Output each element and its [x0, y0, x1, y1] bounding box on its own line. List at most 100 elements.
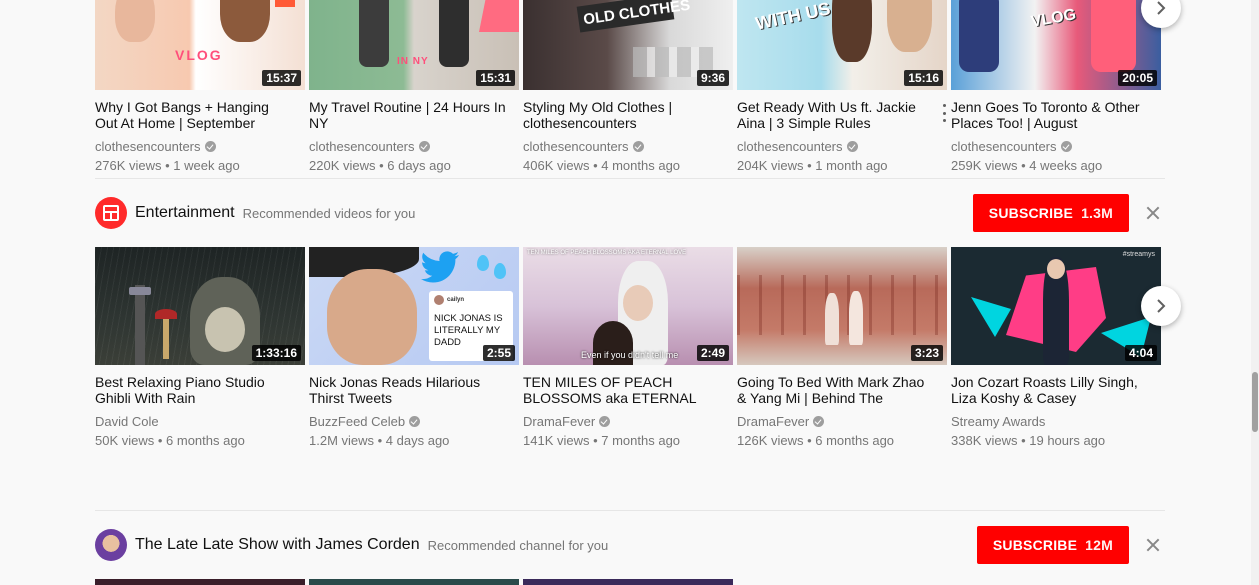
video-thumbnail-peek[interactable] — [95, 579, 305, 585]
video-thumbnail[interactable]: VLOG 20:05 — [951, 0, 1161, 90]
subtitle-caption: Even if you didn't tell me — [581, 350, 679, 360]
channel-name[interactable]: clothesencounters — [309, 139, 415, 154]
video-thumbnail[interactable]: TEN MILES OF PEACH BLOSSOMS AKA ETERNAL … — [523, 247, 733, 365]
video-title[interactable]: Get Ready With Us ft. Jackie Aina | 3 Si… — [737, 99, 947, 131]
dismiss-shelf-close-icon[interactable] — [1141, 533, 1165, 557]
verified-badge-icon — [1060, 141, 1072, 152]
scrollbar-track[interactable] — [1251, 0, 1259, 585]
tweet-text: NICK JONAS IS LITERALLY MY DADD — [434, 313, 503, 348]
late-late-shelf-header: The Late Late Show with James Corden Rec… — [95, 526, 1165, 564]
channel-name-row[interactable]: Streamy Awards — [951, 414, 1161, 429]
channel-name-row[interactable]: clothesencounters — [737, 139, 947, 154]
video-thumbnail[interactable]: VLOG 15:37 — [95, 0, 305, 90]
video-thumbnail[interactable]: IN NY 15:31 — [309, 0, 519, 90]
video-card[interactable]: 1:33:16 Best Relaxing Piano Studio Ghibl… — [95, 247, 305, 448]
video-meta: 126K views • 6 months ago — [737, 433, 895, 448]
entertainment-icon — [103, 205, 119, 221]
video-duration: 1:33:16 — [251, 345, 301, 361]
channel-name[interactable]: clothesencounters — [951, 139, 1057, 154]
video-meta: 220K views • 6 days ago — [309, 158, 451, 173]
shelf-title[interactable]: The Late Late Show with James Corden — [135, 536, 420, 554]
channel-name[interactable]: clothesencounters — [523, 139, 629, 154]
video-thumbnail[interactable]: 3:23 — [737, 247, 947, 365]
thumbnail-overlay-text: VLOG — [175, 47, 223, 63]
video-meta: 1.2M views • 4 days ago — [309, 433, 450, 448]
subscribe-button[interactable]: SUBSCRIBE 1.3M — [972, 194, 1129, 232]
verified-badge-icon — [632, 141, 644, 152]
video-thumbnail[interactable]: cailyn NICK JONAS IS LITERALLY MY DADD 2… — [309, 247, 519, 365]
video-card[interactable]: OLD CLOTHES 9:36 Styling My Old Clothes … — [523, 0, 733, 173]
video-duration: 4:04 — [1124, 345, 1157, 361]
video-thumbnail[interactable]: OLD CLOTHES 9:36 — [523, 0, 733, 90]
shelf-subtitle: Recommended videos for you — [242, 205, 416, 221]
video-card[interactable]: 3:23 Going To Bed With Mark Zhao & Yang … — [737, 247, 947, 448]
page: VLOG 15:37 Why I Got Bangs + Hanging Out… — [0, 0, 1259, 585]
video-duration: 9:36 — [696, 70, 729, 86]
verified-badge-icon — [204, 141, 216, 152]
video-duration: 2:49 — [696, 345, 729, 361]
video-title[interactable]: Why I Got Bangs + Hanging Out At Home | … — [95, 99, 305, 131]
video-card[interactable]: VLOG 20:05 Jenn Goes To Toronto & Other … — [951, 0, 1161, 173]
video-card[interactable]: VLOG 15:37 Why I Got Bangs + Hanging Out… — [95, 0, 305, 173]
channel-name-row[interactable]: clothesencounters — [523, 139, 733, 154]
video-title[interactable]: Nick Jonas Reads Hilarious Thirst Tweets — [309, 374, 519, 406]
channel-name-row[interactable]: DramaFever — [523, 414, 733, 429]
video-title[interactable]: Jenn Goes To Toronto & Other Places Too!… — [951, 99, 1161, 131]
video-duration: 20:05 — [1118, 70, 1157, 86]
video-title[interactable]: Styling My Old Clothes | clothesencounte… — [523, 99, 733, 131]
channel-name[interactable]: David Cole — [95, 414, 159, 429]
video-meta: 141K views • 7 months ago — [523, 433, 681, 448]
channel-name[interactable]: clothesencounters — [95, 139, 201, 154]
channel-name-row[interactable]: BuzzFeed Celeb — [309, 414, 519, 429]
subscriber-count: 12M — [1085, 537, 1113, 553]
video-meta: 259K views • 4 weeks ago — [951, 158, 1103, 173]
video-card[interactable]: WITH US 15:16 Get Ready With Us ft. Jack… — [737, 0, 947, 173]
channel-name[interactable]: clothesencounters — [737, 139, 843, 154]
subscribe-button[interactable]: SUBSCRIBE 12M — [976, 526, 1129, 564]
channel-name-row[interactable]: David Cole — [95, 414, 305, 429]
video-thumbnail-peek[interactable] — [523, 579, 733, 585]
verified-badge-icon — [409, 416, 421, 427]
video-card[interactable]: IN NY 15:31 My Travel Routine | 24 Hours… — [309, 0, 519, 173]
video-title[interactable]: TEN MILES OF PEACH BLOSSOMS aka ETERNAL — [523, 374, 733, 406]
channel-name[interactable]: DramaFever — [737, 414, 809, 429]
video-thumbnail-peek[interactable] — [309, 579, 519, 585]
video-meta: 406K views • 4 months ago — [523, 158, 681, 173]
subscriber-count: 1.3M — [1081, 205, 1113, 221]
scrollbar-thumb[interactable] — [1252, 372, 1258, 432]
channel-name[interactable]: Streamy Awards — [951, 414, 1045, 429]
video-title[interactable]: Jon Cozart Roasts Lilly Singh, Liza Kosh… — [951, 374, 1161, 406]
video-duration: 15:31 — [476, 70, 515, 86]
verified-badge-icon — [846, 141, 858, 152]
channel-name-row[interactable]: DramaFever — [737, 414, 947, 429]
video-row-entertainment: 1:33:16 Best Relaxing Piano Studio Ghibl… — [95, 247, 1161, 448]
channel-name-row[interactable]: clothesencounters — [951, 139, 1161, 154]
shelf-title[interactable]: Entertainment — [135, 204, 235, 222]
more-options-icon[interactable] — [941, 104, 947, 122]
channel-name-row[interactable]: clothesencounters — [309, 139, 519, 154]
video-meta: 50K views • 6 months ago — [95, 433, 245, 448]
video-card[interactable]: cailyn NICK JONAS IS LITERALLY MY DADD 2… — [309, 247, 519, 448]
video-title[interactable]: Best Relaxing Piano Studio Ghibli With R… — [95, 374, 305, 406]
video-thumbnail[interactable]: #streamys 4:04 — [951, 247, 1161, 365]
thumbnail-tag: #streamys — [1122, 251, 1155, 258]
video-card[interactable]: TEN MILES OF PEACH BLOSSOMS AKA ETERNAL … — [523, 247, 733, 448]
dismiss-shelf-close-icon[interactable] — [1141, 201, 1165, 225]
video-thumbnail[interactable]: WITH US 15:16 — [737, 0, 947, 90]
late-late-channel-avatar[interactable] — [95, 529, 127, 561]
video-card[interactable]: #streamys 4:04 Jon Cozart Roasts Lilly S… — [951, 247, 1161, 448]
subscribe-label: SUBSCRIBE — [992, 537, 1078, 553]
verified-badge-icon — [813, 416, 825, 427]
channel-name[interactable]: DramaFever — [523, 414, 595, 429]
entertainment-channel-avatar[interactable] — [95, 197, 127, 229]
shelf-next-button[interactable] — [1141, 286, 1181, 326]
chevron-right-icon — [1157, 1, 1166, 15]
video-title[interactable]: Going To Bed With Mark Zhao & Yang Mi | … — [737, 374, 947, 406]
video-title[interactable]: My Travel Routine | 24 Hours In NY — [309, 99, 519, 131]
shelf-divider — [95, 178, 1165, 179]
video-thumbnail[interactable]: 1:33:16 — [95, 247, 305, 365]
channel-name-row[interactable]: clothesencounters — [95, 139, 305, 154]
channel-name[interactable]: BuzzFeed Celeb — [309, 414, 405, 429]
verified-badge-icon — [599, 416, 611, 427]
thumbnail-banner: TEN MILES OF PEACH BLOSSOMS AKA ETERNAL … — [527, 250, 687, 256]
